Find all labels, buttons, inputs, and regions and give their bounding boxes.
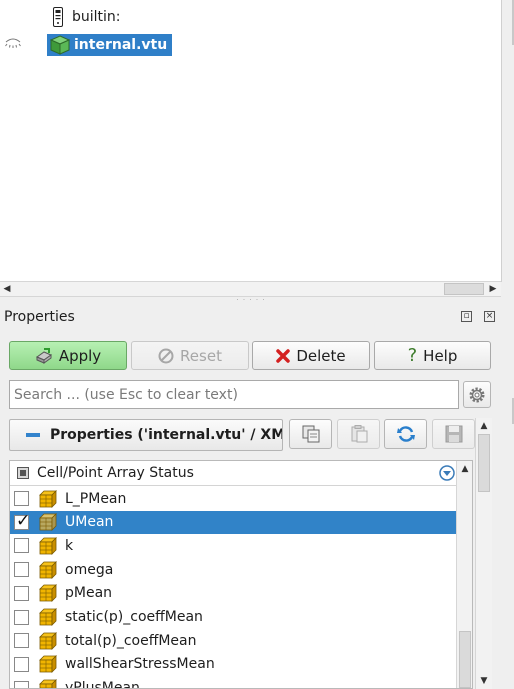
table-header-label: Cell/Point Array Status [37,465,194,481]
apply-icon [35,347,52,364]
pipeline-item-selected: internal.vtu [47,34,173,56]
table-row[interactable]: total(p)_coeffMean [10,629,456,652]
table-row[interactable]: UMean [10,510,456,534]
select-all-checkbox[interactable] [17,467,29,479]
table-vertical-scrollbar[interactable]: ▲ [456,461,472,688]
eye-icon[interactable] [5,38,21,48]
scroll-down-arrow-icon[interactable]: ▼ [476,674,492,688]
reset-icon [158,348,174,363]
refresh-icon [396,426,415,442]
pipeline-item-internal-vtu[interactable]: internal.vtu [47,34,173,56]
array-cube-icon [39,679,57,688]
pipeline-item-builtin[interactable]: builtin: [52,7,121,27]
save-defaults-button[interactable] [432,419,475,449]
paste-properties-button[interactable] [337,419,380,449]
array-cube-icon [39,631,57,650]
properties-vertical-scrollbar[interactable]: ▲ ▼ [475,418,492,689]
array-name-label: yPlusMean [65,680,140,689]
array-cube-icon [39,560,57,579]
delete-button[interactable]: Delete [252,341,370,370]
array-name-label: omega [65,561,114,578]
collapse-icon[interactable] [26,433,40,437]
restore-defaults-button[interactable] [384,419,427,449]
dataset-cube-icon [50,35,70,55]
array-checkbox[interactable] [14,633,29,649]
delete-icon [276,348,291,363]
search-input[interactable] [9,380,459,409]
array-name-label: wallShearStressMean [65,656,215,673]
array-name-label: pMean [65,585,113,602]
float-panel-icon[interactable]: ▫ [461,311,472,322]
table-row[interactable]: pMean [10,582,456,605]
array-checkbox[interactable] [14,585,29,601]
apply-button[interactable]: Apply [9,341,127,370]
array-cube-icon [39,584,57,603]
array-cube-icon [39,655,57,674]
close-panel-icon[interactable]: × [484,311,495,322]
array-cube-icon [39,608,57,626]
array-cube-icon [39,489,57,508]
filter-icon[interactable] [439,465,455,481]
pipeline-item-label: builtin: [72,9,121,25]
section-title: Properties ('internal.vtu' / XM [50,427,283,443]
array-checkbox[interactable] [14,562,29,578]
array-checkbox[interactable] [14,609,29,625]
array-name-label: static(p)_coeffMean [65,609,203,625]
array-checkbox[interactable] [14,491,29,506]
table-header: Cell/Point Array Status [10,461,456,486]
table-row[interactable]: k [10,534,456,557]
reset-button[interactable]: Reset [131,341,249,370]
array-status-table[interactable]: Cell/Point Array Status L_PMean UMean k ome… [9,460,473,689]
properties-panel-title: Properties [4,309,75,325]
reset-label: Reset [180,346,222,365]
scrollbar-thumb[interactable] [459,631,471,688]
copy-properties-button[interactable] [289,419,332,449]
save-icon [445,425,462,443]
panel-splitter[interactable]: · · · · · [236,297,266,304]
array-checkbox[interactable] [14,538,29,554]
array-checkbox[interactable] [14,680,29,688]
pipeline-horizontal-scrollbar[interactable]: ◀ ▶ [0,281,501,297]
array-cube-icon [39,513,57,532]
scrollbar-thumb[interactable] [444,283,484,295]
array-cube-icon [39,536,57,555]
properties-section-header[interactable]: Properties ('internal.vtu' / XM [9,419,283,451]
array-checkbox[interactable] [14,656,29,672]
help-label: Help [423,346,458,365]
table-row[interactable]: wallShearStressMean [10,653,456,676]
table-row[interactable]: omega [10,558,456,581]
array-name-label: k [65,537,74,554]
scroll-up-arrow-icon[interactable]: ▲ [476,419,492,433]
pipeline-browser[interactable]: builtin: internal.vtu [0,0,502,282]
delete-label: Delete [296,346,346,365]
array-name-label: UMean [65,514,114,531]
apply-label: Apply [58,346,102,365]
help-icon: ? [407,345,418,366]
scroll-up-arrow-icon[interactable]: ▲ [457,462,472,476]
pipeline-item-label: internal.vtu [74,37,168,53]
array-name-label: total(p)_coeffMean [65,632,197,649]
table-row[interactable]: yPlusMean [10,677,456,689]
advanced-settings-button[interactable] [463,381,491,408]
scroll-left-arrow-icon[interactable]: ◀ [0,282,14,296]
scroll-right-arrow-icon[interactable]: ▶ [486,282,500,296]
array-name-label: L_PMean [65,490,127,507]
table-row[interactable]: L_PMean [10,487,456,510]
builtin-server-icon [53,7,63,27]
copy-icon [302,425,319,443]
help-button[interactable]: ? Help [374,341,491,370]
table-row[interactable]: static(p)_coeffMean [10,606,456,629]
scrollbar-thumb[interactable] [478,434,490,492]
paste-icon [351,425,367,443]
array-checkbox[interactable] [14,511,30,531]
gear-icon [469,387,485,402]
